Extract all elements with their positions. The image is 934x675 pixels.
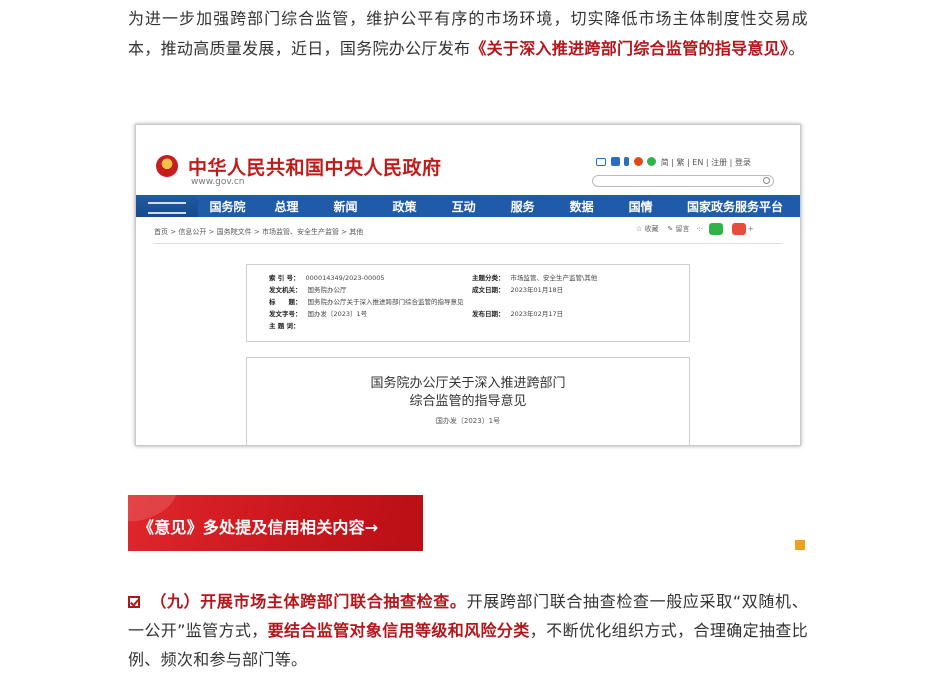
- wechat-icon: [647, 157, 657, 166]
- meta-topic: 主题分类： 市场监管、安全生产监管\其他: [472, 274, 598, 282]
- doc-heading: 国务院办公厅关于深入推进跨部门 综合监管的指导意见: [136, 375, 800, 411]
- meta-title: 标 题： 国务院办公厅关于深入推进跨部门综合监管的指导意见: [269, 298, 464, 306]
- gov-header: 中华人民共和国中央人民政府 www.gov.cn 简 | 繁 | EN | 注册…: [136, 125, 800, 193]
- plus-icon: +: [747, 225, 754, 233]
- nav-zhengce: 政策: [392, 199, 417, 214]
- section-nine-heading: （九）开展市场主体跨部门联合抽查检查。: [150, 592, 467, 611]
- nav-fuwu: 服务: [510, 199, 535, 214]
- print-label: 留言: [675, 225, 690, 233]
- nav-shuju: 数据: [569, 199, 594, 214]
- search-icon: [763, 177, 770, 184]
- weibo-share-icon: [731, 223, 746, 235]
- nav-zongli: 总理: [274, 199, 299, 214]
- doc-number: 国办发〔2023〕1号: [435, 417, 501, 425]
- intro-tail: 。: [788, 39, 805, 58]
- gov-search-input: [592, 175, 774, 187]
- gov-page-tools: ☆ 收藏 ✎ 留言 ·:· +: [636, 223, 754, 235]
- meta-index: 索 引 号： 000014349/2023-00005: [269, 274, 385, 282]
- orange-square-decoration: [795, 540, 805, 550]
- nav-zhengwu-platform: 国家政务服务平台: [687, 199, 784, 214]
- gov-breadcrumb: 首页 > 信息公开 > 国务院文件 > 市场监管、安全生产监管 > 其他: [154, 228, 364, 236]
- mail-icon: [596, 158, 606, 166]
- banner-text: 《意见》多处提及信用相关内容→: [138, 518, 379, 537]
- credit-content-banner[interactable]: 《意见》多处提及信用相关内容→: [128, 495, 423, 551]
- meta-subject: 主 题 词：: [269, 322, 300, 330]
- meta-pubdate: 发布日期： 2023年02月17日: [472, 310, 564, 318]
- gov-nav-bar: 国务院 总理 新闻 政策 互动 服务 数据 国情 国家政务服务平台: [136, 195, 800, 217]
- app-icon: [610, 157, 620, 166]
- section-nine-emphasis: 要结合监管对象信用等级和风险分类: [267, 621, 530, 640]
- doc-title-link[interactable]: 《关于深入推进跨部门综合监管的指导意见》: [470, 39, 788, 58]
- nav-guoqing: 国情: [628, 199, 653, 214]
- doc-meta-table: 索 引 号： 000014349/2023-00005 主题分类： 市场监管、安全生…: [246, 264, 690, 342]
- intro-paragraph: 为进一步加强跨部门综合监管，维护公平有序的市场环境，切实降低市场主体制度性交易成…: [128, 4, 808, 64]
- lang-login-links: 简 | 繁 | EN | 注册 | 登录: [660, 158, 751, 167]
- meta-docno: 发文字号： 国办发〔2023〕1号: [269, 310, 368, 318]
- meta-issuer: 发文机关： 国务院办公厅: [269, 286, 347, 294]
- tiananmen-icon: [136, 195, 198, 217]
- gov-page-screenshot: 中华人民共和国中央人民政府 www.gov.cn 简 | 繁 | EN | 注册…: [135, 124, 801, 446]
- star-icon: ☆: [636, 225, 643, 233]
- weibo-icon: [633, 157, 643, 166]
- checkbox-icon: [128, 596, 140, 608]
- national-emblem-icon: [156, 155, 178, 177]
- pen-icon: ✎: [667, 225, 674, 233]
- gov-top-links: 简 | 繁 | EN | 注册 | 登录: [596, 157, 751, 168]
- wechat-share-icon: [709, 223, 724, 235]
- gov-site-title: 中华人民共和国中央人民政府: [188, 157, 442, 179]
- breadcrumb-divider: [154, 243, 782, 244]
- gov-site-url: www.gov.cn: [191, 177, 245, 187]
- nav-hudong: 互动: [451, 199, 476, 214]
- more-icon: ·:·: [696, 225, 704, 233]
- section-nine-paragraph: （九）开展市场主体跨部门联合抽查检查。开展跨部门联合抽查检查一般应采取“双随机、…: [128, 587, 808, 674]
- nav-guowuyuan: 国务院: [209, 199, 246, 214]
- phone-icon: [624, 157, 630, 166]
- doc-heading-line2: 综合监管的指导意见: [409, 394, 527, 409]
- fav-label: 收藏: [644, 225, 659, 233]
- doc-heading-line1: 国务院办公厅关于深入推进跨部门: [370, 376, 566, 391]
- nav-xinwen: 新闻: [333, 199, 358, 214]
- meta-date: 成文日期： 2023年01月18日: [472, 286, 564, 294]
